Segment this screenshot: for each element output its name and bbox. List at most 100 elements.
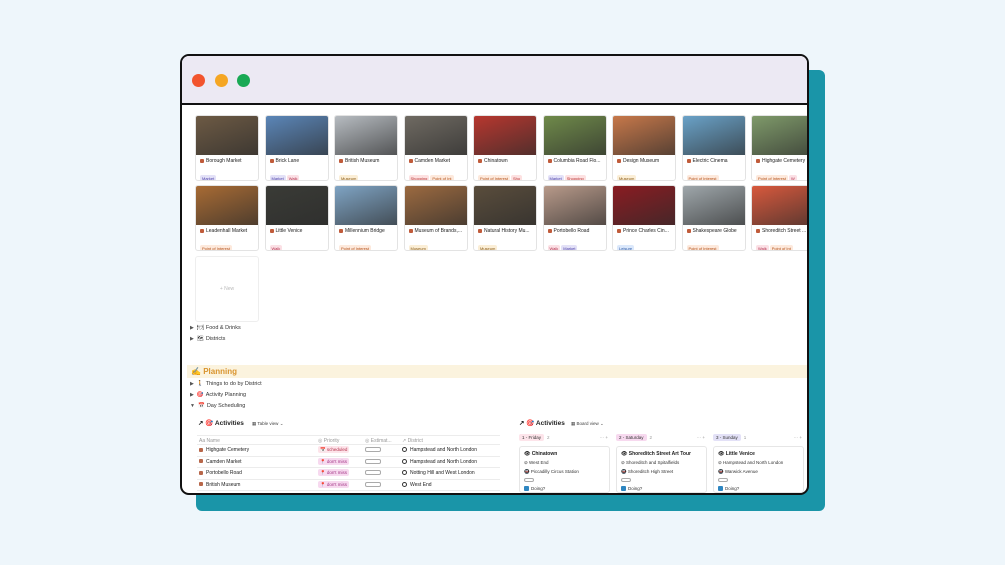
row-estimate[interactable] bbox=[365, 447, 381, 454]
gallery-card[interactable]: Natural History Mu... Museum bbox=[473, 185, 537, 251]
checkbox-icon[interactable] bbox=[524, 486, 529, 492]
column-actions[interactable]: ··· + bbox=[697, 435, 705, 440]
window-titlebar bbox=[182, 56, 807, 105]
board-card[interactable]: 👁 Little Venice ⊘ Hampstead and North Lon… bbox=[713, 446, 804, 493]
column-header[interactable]: 3 - Sunday 1 ··· + bbox=[713, 434, 804, 445]
checkbox-icon[interactable] bbox=[718, 486, 723, 492]
table-db-title[interactable]: ↗ 🎯 Activities bbox=[198, 419, 244, 427]
row-priority[interactable]: 📍 don't miss bbox=[318, 469, 349, 476]
row-priority[interactable]: 📅 scheduled bbox=[318, 446, 350, 453]
map-icon: 🗺 bbox=[196, 336, 204, 342]
new-card-button[interactable]: + New bbox=[195, 256, 259, 322]
column-actions[interactable]: ··· + bbox=[600, 435, 608, 440]
row-name[interactable]: Highgate Cemetery bbox=[199, 447, 249, 453]
estimate-pill bbox=[365, 458, 381, 464]
page-icon bbox=[756, 228, 760, 233]
col-header-estimate[interactable]: ◎ Estimat... bbox=[365, 438, 392, 444]
gallery-card[interactable]: Design Museum Museum bbox=[612, 115, 676, 181]
board-view-selector[interactable]: ▦ Board view ⌄ bbox=[571, 421, 604, 427]
card-cover-image bbox=[474, 116, 536, 155]
tag-badge: Museum bbox=[478, 245, 498, 251]
toggle-things-to-do[interactable]: ▶ 🚶 Things to do by District bbox=[190, 381, 262, 387]
toggle-districts[interactable]: ▶ 🗺 Districts bbox=[190, 336, 225, 342]
card-tags: Point of Interest bbox=[339, 237, 397, 250]
gallery-card[interactable]: Shoreditch Street ... Walk Point of Int bbox=[751, 185, 807, 251]
card-tags: Market Shopping bbox=[547, 167, 606, 180]
card-district: ⊘ Shoreditch and Spitalfields bbox=[621, 460, 680, 465]
card-doing[interactable]: Doing? bbox=[718, 486, 799, 492]
gallery-card[interactable]: Prince Charles Cin... Leisure bbox=[612, 185, 676, 251]
row-priority[interactable]: 📍 don't miss bbox=[318, 457, 349, 465]
gallery-card[interactable]: Camden Market Shopping Point of Int bbox=[403, 115, 468, 181]
minimize-window-button[interactable] bbox=[215, 74, 228, 87]
row-priority[interactable]: 📍 don't miss bbox=[318, 480, 349, 488]
card-cover-image bbox=[543, 116, 606, 155]
card-station: 🚇 Shoreditch High Street bbox=[621, 469, 674, 474]
gallery-card[interactable]: Columbia Road Flo... Market Shopping bbox=[542, 115, 607, 181]
board-card[interactable]: 👁 Shoreditch Street Art Tour ⊘ Shoreditch… bbox=[616, 446, 707, 493]
row-district[interactable]: Hampstead and North London bbox=[402, 447, 477, 453]
page-icon bbox=[199, 459, 203, 464]
expand-arrow-icon: ▶ bbox=[190, 392, 194, 398]
gallery-card[interactable]: British Museum Museum bbox=[334, 115, 398, 181]
card-doing[interactable]: Doing? bbox=[621, 486, 702, 492]
gallery-card[interactable]: Portobello Road Walk Market bbox=[542, 185, 607, 251]
table-row[interactable]: British Museum 📍 don't miss West End bbox=[197, 480, 500, 491]
row-estimate[interactable] bbox=[365, 481, 381, 489]
col-header-district[interactable]: ↗ District bbox=[402, 438, 423, 444]
toggle-activity-planning[interactable]: ▶ 🎯 Activity Planning bbox=[190, 392, 246, 398]
row-district[interactable]: Hampstead and North London bbox=[402, 459, 477, 465]
table-view-selector[interactable]: ▦ Table view ⌄ bbox=[252, 421, 283, 427]
maximize-window-button[interactable] bbox=[237, 74, 250, 87]
gallery-card[interactable]: Brick Lane Market Walk bbox=[264, 115, 329, 181]
expand-arrow-icon: ▶ bbox=[190, 325, 194, 331]
card-title: Shakespeare Globe bbox=[686, 228, 745, 234]
card-doing[interactable]: Doing? bbox=[524, 486, 605, 492]
row-name[interactable]: Portobello Road bbox=[199, 470, 242, 476]
toggle-label: Food & Drinks bbox=[205, 325, 241, 331]
estimate-pill bbox=[621, 478, 631, 482]
checkbox-icon[interactable] bbox=[621, 486, 626, 492]
board-db-title[interactable]: ↗ 🎯 Activities bbox=[519, 419, 565, 427]
column-count: 2 bbox=[649, 435, 653, 440]
col-header-name[interactable]: Aa Name bbox=[199, 438, 220, 444]
gallery-card[interactable]: Shakespeare Globe Point of Interest bbox=[681, 185, 746, 251]
tag-badge: Walk bbox=[269, 245, 283, 251]
page-icon bbox=[686, 228, 691, 233]
estimate-pill bbox=[365, 481, 381, 487]
gallery-card[interactable]: Millennium Bridge Point of Interest bbox=[334, 185, 398, 251]
gallery-card[interactable]: Borough Market Market bbox=[195, 115, 259, 181]
close-window-button[interactable] bbox=[192, 74, 205, 87]
page-icon bbox=[199, 470, 203, 475]
table-row[interactable]: Camden Market 📍 don't miss Hampstead and N… bbox=[197, 457, 500, 468]
gallery-card[interactable]: Little Venice Walk bbox=[264, 185, 329, 251]
card-title: Little Venice bbox=[269, 228, 328, 234]
card-tags: Walk Point of Int bbox=[756, 237, 807, 250]
board-card[interactable]: 👁 Chinatown ⊘ West End 🚇 Piccadilly Circus… bbox=[519, 446, 610, 493]
row-district[interactable]: West End bbox=[402, 482, 432, 488]
toggle-day-scheduling[interactable]: ▼ 📅 Day Scheduling bbox=[190, 403, 245, 409]
gallery-card[interactable]: Highgate Cemetery Point of Interest W bbox=[751, 115, 807, 181]
card-title: Electric Cinema bbox=[686, 158, 745, 164]
row-estimate[interactable] bbox=[365, 470, 381, 477]
row-name[interactable]: British Museum bbox=[199, 482, 240, 488]
page-icon bbox=[756, 158, 760, 163]
column-label: 2 - Saturday bbox=[616, 434, 647, 441]
row-name[interactable]: Camden Market bbox=[199, 459, 242, 465]
table-row[interactable]: Highgate Cemetery 📅 scheduled Hampstead an… bbox=[197, 445, 500, 457]
gallery-card[interactable]: Chinatown Point of Interest Sho bbox=[473, 115, 537, 181]
page-icon bbox=[478, 158, 482, 163]
row-district[interactable]: Notting Hill and West London bbox=[402, 470, 475, 476]
tag-badge: Museum bbox=[617, 175, 637, 181]
col-header-priority[interactable]: ◎ Priority bbox=[318, 438, 339, 444]
column-header[interactable]: 2 - Saturday 2 ··· + bbox=[616, 434, 707, 445]
row-estimate[interactable] bbox=[365, 458, 381, 466]
gallery-card[interactable]: Electric Cinema Point of Interest bbox=[681, 115, 746, 181]
toggle-food-drinks[interactable]: ▶ 🍽 Food & Drinks bbox=[190, 325, 241, 331]
column-actions[interactable]: ··· + bbox=[794, 435, 802, 440]
gallery-card[interactable]: Museum of Brands,... Museum bbox=[403, 185, 468, 251]
column-header[interactable]: 1 - Friday 2 ··· + bbox=[519, 434, 610, 445]
card-tags: Market Walk bbox=[269, 167, 328, 180]
table-row[interactable]: Portobello Road 📍 don't miss Notting Hill … bbox=[197, 468, 500, 480]
gallery-card[interactable]: Leadenhall Market Point of Interest bbox=[195, 185, 259, 251]
